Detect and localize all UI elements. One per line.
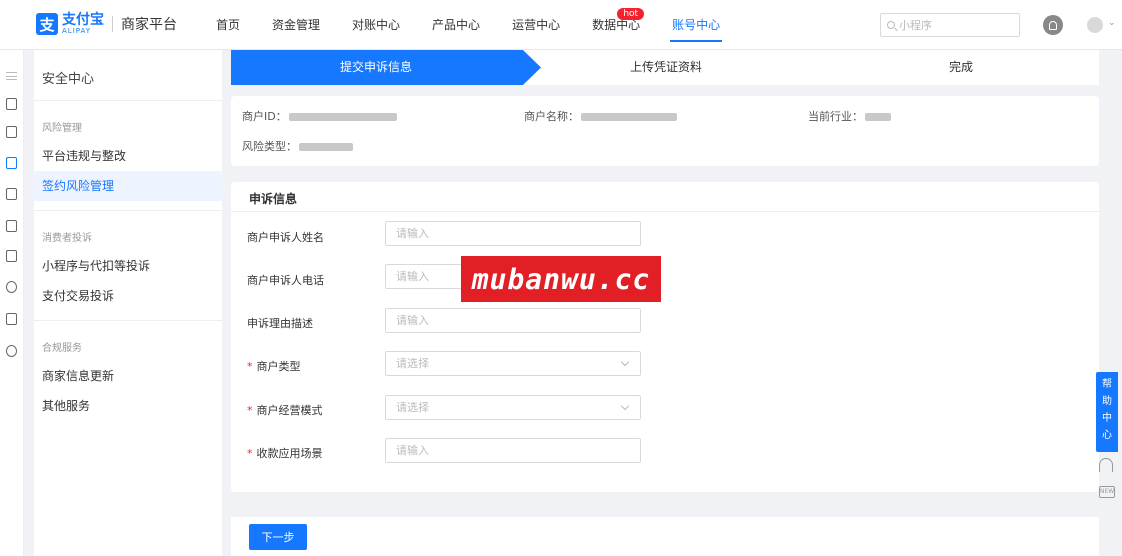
- step-upload: 上传凭证资料: [629, 60, 702, 74]
- appeal-reason-input[interactable]: [385, 308, 641, 333]
- avatar[interactable]: [1087, 17, 1103, 33]
- footer-bar: [231, 517, 1099, 556]
- appeal-reason-label: 申诉理由描述: [247, 317, 313, 330]
- logo-divider: [112, 16, 113, 32]
- customer-service-icon[interactable]: [1099, 458, 1113, 472]
- nav-account[interactable]: 账号中心: [656, 0, 736, 50]
- rail-security-icon[interactable]: [6, 157, 17, 169]
- alipay-logo[interactable]: 支 支付宝 ALIPAY 商家平台: [36, 13, 177, 35]
- nav-operations[interactable]: 运营中心: [496, 0, 576, 50]
- sidebar: 安全中心 风险管理 平台违规与整改 签约风险管理 消费者投诉 小程序与代扣等投诉…: [34, 50, 222, 556]
- nav-home[interactable]: 首页: [200, 0, 256, 50]
- help-center-tab[interactable]: 帮 助 中 心: [1096, 372, 1118, 452]
- search-input[interactable]: [899, 18, 1009, 32]
- notification-bell-icon[interactable]: [1043, 15, 1063, 35]
- nav-reconciliation[interactable]: 对账中心: [336, 0, 416, 50]
- required-mark: *: [247, 360, 253, 373]
- nav-funds[interactable]: 资金管理: [256, 0, 336, 50]
- payment-scenario-input[interactable]: [385, 438, 641, 463]
- rail-form-icon[interactable]: [6, 250, 17, 262]
- business-mode-select[interactable]: 请选择: [385, 395, 641, 420]
- sidebar-item-violations[interactable]: 平台违规与整改: [34, 141, 222, 171]
- appellant-name-input[interactable]: [385, 221, 641, 246]
- platform-name: 商家平台: [121, 17, 177, 33]
- sidebar-divider: [34, 100, 222, 101]
- required-mark: *: [247, 447, 253, 460]
- payment-scenario-label: * 收款应用场景: [247, 447, 323, 460]
- redacted-value: [581, 113, 677, 121]
- merchant-name: 商户名称：: [524, 108, 677, 124]
- top-header: 支 支付宝 ALIPAY 商家平台 首页 资金管理 对账中心 产品中心 运营中心…: [0, 0, 1122, 50]
- logo-en-text: ALIPAY: [62, 27, 92, 35]
- redacted-value: [288, 113, 397, 121]
- rail-document-icon[interactable]: [6, 126, 17, 138]
- progress-steps: 提交申诉信息 上传凭证资料 完成: [231, 50, 1099, 85]
- sidebar-item-payment-complaints[interactable]: 支付交易投诉: [34, 281, 222, 311]
- watermark: mubanwu.cc: [461, 256, 661, 302]
- redacted-value: [865, 113, 891, 121]
- merchant-type-label: * 商户类型: [247, 360, 301, 373]
- current-industry: 当前行业：: [808, 108, 891, 124]
- menu-collapse-icon[interactable]: [6, 72, 17, 80]
- logo-cn-text: 支付宝: [62, 12, 104, 28]
- new-feature-icon[interactable]: NEW: [1099, 486, 1115, 498]
- rail-shield-icon[interactable]: [6, 281, 17, 293]
- appeal-form-card: 申诉信息 商户申诉人姓名 商户申诉人电话 申诉理由描述 *商户类型 请选择 *商…: [231, 182, 1099, 492]
- icon-rail: [0, 50, 24, 556]
- business-mode-label: * 商户经营模式: [247, 404, 323, 417]
- search-icon: [887, 21, 895, 29]
- hot-badge: hot: [617, 8, 645, 20]
- chevron-down-icon: [620, 357, 630, 367]
- rail-report-icon[interactable]: [6, 313, 17, 325]
- appellant-name-label: 商户申诉人姓名: [247, 231, 324, 244]
- sidebar-group-compliance: 合规服务: [42, 343, 82, 354]
- nav-products[interactable]: 产品中心: [416, 0, 496, 50]
- chevron-down-icon[interactable]: ⌄: [1108, 18, 1116, 28]
- sidebar-title: 安全中心: [42, 72, 95, 87]
- required-mark: *: [247, 404, 253, 417]
- sidebar-group-risk: 风险管理: [42, 123, 82, 134]
- risk-type: 风险类型：: [242, 138, 353, 154]
- rail-list-icon[interactable]: [6, 220, 17, 232]
- sidebar-item-merchant-update[interactable]: 商家信息更新: [34, 361, 222, 391]
- nav-data[interactable]: 数据中心 hot: [576, 0, 656, 50]
- form-title: 申诉信息: [249, 192, 298, 206]
- rail-settings-icon[interactable]: [6, 345, 17, 357]
- next-step-button[interactable]: 下一步: [249, 524, 307, 550]
- merchant-id: 商户ID：: [242, 108, 397, 124]
- form-divider: [231, 211, 1099, 212]
- redacted-value: [299, 143, 353, 151]
- merchant-type-select[interactable]: 请选择: [385, 351, 641, 376]
- top-nav: 首页 资金管理 对账中心 产品中心 运营中心 数据中心 hot 账号中心: [200, 0, 736, 50]
- step-submit: 提交申诉信息: [339, 60, 412, 74]
- sidebar-item-signing-risk[interactable]: 签约风险管理: [34, 171, 222, 201]
- search-box[interactable]: [880, 13, 1020, 37]
- alipay-logo-icon: 支: [36, 13, 58, 35]
- sidebar-group-complaints: 消费者投诉: [42, 233, 92, 244]
- merchant-info-card: 商户ID： 商户名称： 当前行业： 风险类型：: [231, 96, 1099, 166]
- chevron-down-icon: [620, 401, 630, 411]
- rail-id-card-icon[interactable]: [6, 98, 17, 110]
- sidebar-item-miniapp-complaints[interactable]: 小程序与代扣等投诉: [34, 251, 222, 281]
- step-complete: 完成: [948, 60, 973, 74]
- sidebar-item-other-services[interactable]: 其他服务: [34, 391, 222, 421]
- rail-bill-icon[interactable]: [6, 188, 17, 200]
- appellant-phone-label: 商户申诉人电话: [247, 274, 324, 287]
